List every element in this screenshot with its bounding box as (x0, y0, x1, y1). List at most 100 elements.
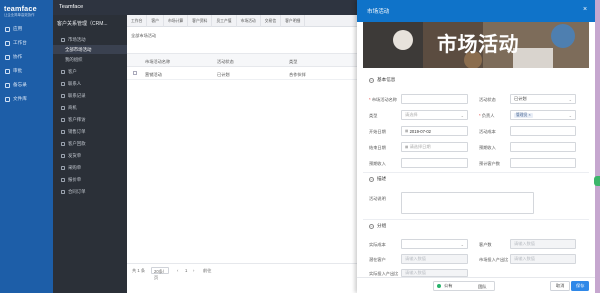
tab[interactable]: 市场计算 (164, 15, 189, 27)
sidebar-item[interactable]: 合同订单 (53, 187, 127, 196)
workbench-icon (5, 40, 10, 46)
tab[interactable]: 员工产值 (212, 15, 237, 27)
start-date-input[interactable]: ▦ 2019-07-02 (401, 126, 468, 136)
owner-select[interactable]: 管理员 × ⌄ (510, 110, 576, 120)
activity-name-input[interactable] (401, 94, 468, 104)
expected-revenue-input[interactable] (510, 142, 576, 152)
prev-page-icon[interactable]: ‹ (177, 268, 178, 273)
owner-tag[interactable]: 管理员 × (514, 112, 533, 118)
expected-customers-input[interactable] (510, 158, 576, 168)
section-group[interactable]: − 分组 (369, 223, 386, 229)
apps-icon (5, 26, 10, 32)
status-select[interactable]: 已计划 ⌄ (510, 94, 576, 104)
banner-image: 市场活动 (363, 22, 589, 68)
module-icon (61, 117, 65, 122)
section-basic-info[interactable]: − 基本信息 (369, 77, 395, 83)
collaborate-icon (5, 54, 10, 60)
visibility-dot-icon (437, 284, 441, 288)
field-label: 潜在客户 (369, 257, 386, 262)
sidebar-item[interactable]: 联系人 (53, 79, 127, 88)
customer-count-input[interactable]: 请输入数值 (510, 239, 576, 249)
module-icon (61, 93, 65, 98)
type-select[interactable]: 请选择 ⌄ (401, 110, 468, 120)
left-nav: teamface 让企业简单高效协作 应用 工作台 协作 审批 备忘录 文件库 (0, 0, 53, 293)
goto-label: 前往 (203, 268, 212, 273)
row-checkbox[interactable] (133, 71, 137, 75)
actual-roi-input[interactable]: 请输入数值 (401, 269, 468, 277)
panel-footer: 公有 团队 取消 保存 (357, 277, 595, 293)
sidebar-item[interactable]: 我的组织 (53, 55, 127, 64)
activity-cost-input[interactable] (510, 126, 576, 136)
chevron-down-icon: ⌄ (460, 242, 464, 247)
sidebar-item[interactable]: 报价单 (53, 175, 127, 184)
next-page-icon[interactable]: › (193, 268, 194, 273)
nav-item-apps[interactable]: 应用 (5, 24, 22, 34)
roi-input[interactable]: 请输入数值 (510, 254, 576, 264)
sidebar-item[interactable]: 采购单 (53, 163, 127, 172)
section-description[interactable]: − 描述 (369, 176, 386, 182)
collapse-icon[interactable]: − (369, 176, 374, 182)
column-header[interactable]: 市场活动名称 (145, 59, 170, 65)
cancel-button[interactable]: 取消 (550, 281, 571, 291)
tab[interactable]: 客户 (147, 15, 164, 27)
sidebar-item[interactable]: 发货单 (53, 151, 127, 160)
sidebar-item[interactable]: 商机 (53, 103, 127, 112)
sidebar-item[interactable]: 客户回款 (53, 139, 127, 148)
module-icon (61, 165, 65, 170)
sidebar-item[interactable]: 市场活动 (53, 35, 127, 44)
tab[interactable]: 客户明细 (281, 15, 306, 27)
divider (363, 219, 589, 220)
description-textarea[interactable] (401, 192, 534, 214)
side-drawer-handle[interactable] (594, 176, 600, 186)
leads-input[interactable]: 请输入数值 (401, 254, 468, 264)
nav-item-approval[interactable]: 审批 (5, 66, 22, 76)
cell-status: 已计划 (217, 71, 230, 77)
tab[interactable]: 客户资料 (188, 15, 213, 27)
sidebar-item[interactable]: 联系记录 (53, 91, 127, 100)
banner-title: 市场活动 (437, 32, 519, 56)
tab[interactable]: 市场活动 (237, 15, 261, 27)
breadcrumb: 全部市场活动 (131, 33, 157, 38)
pagination: 共 1 条 20条/页 ‹ 1 › 前往 (127, 263, 357, 280)
field-label: 预期收入 (369, 161, 386, 166)
visibility-select[interactable]: 公有 团队 (433, 281, 495, 291)
save-button[interactable]: 保存 (571, 281, 590, 291)
sidebar-item[interactable]: 客户拜访 (53, 115, 127, 124)
chevron-down-icon: ⌄ (460, 113, 464, 118)
chevron-down-icon: ⌄ (568, 97, 572, 102)
end-date-input[interactable]: ▦ 请选择日期 (401, 142, 468, 152)
workspace-title[interactable]: Teamface (59, 4, 83, 10)
budget-input[interactable] (401, 158, 468, 168)
module-icon (61, 105, 65, 110)
sidebar-item[interactable]: 客户 (53, 67, 127, 76)
page-size-select[interactable]: 20条/页 (151, 266, 169, 280)
nav-item-workbench[interactable]: 工作台 (5, 38, 27, 48)
field-label: 开始日期 (369, 129, 386, 134)
total-count: 共 1 条 (132, 268, 146, 273)
field-label: 实际成本 (369, 242, 386, 247)
current-page[interactable]: 1 (185, 268, 187, 273)
actual-cost-select[interactable]: ⌄ (401, 239, 468, 249)
table-header: 市场活动名称 活动状态 类型 (127, 53, 357, 67)
column-header[interactable]: 活动状态 (217, 59, 234, 65)
nav-item-memo[interactable]: 备忘录 (5, 80, 27, 90)
approval-icon (5, 68, 10, 74)
cell-name[interactable]: 营销活动 (145, 72, 162, 78)
sidebar-item[interactable]: 全部市场活动 (53, 45, 127, 54)
tab[interactable]: 工作台 (127, 15, 148, 27)
module-icon (61, 81, 65, 86)
sidebar-item[interactable]: 销售订单 (53, 127, 127, 136)
app-slogan: 让企业简单高效协作 (4, 13, 35, 17)
collapse-icon[interactable]: − (369, 223, 374, 229)
close-icon[interactable]: × (581, 6, 589, 14)
field-label: 市场投入产出比 (479, 257, 509, 262)
nav-item-collaborate[interactable]: 协作 (5, 52, 22, 62)
column-header[interactable]: 类型 (289, 59, 297, 65)
tab[interactable]: 交易信 (261, 15, 282, 27)
calendar-icon: ▦ (405, 129, 409, 133)
collapse-icon[interactable]: − (369, 77, 374, 83)
market-activity-panel: 市场活动 × 市场活动 − 基本信息 * 市场活动名称 活动状态 已计划 ⌄ 类型 … (357, 0, 595, 293)
nav-item-files[interactable]: 文件库 (5, 94, 27, 104)
field-label: 活动成本 (479, 129, 496, 134)
table-row[interactable]: 营销活动 已计划 合作伙伴 (127, 67, 357, 80)
